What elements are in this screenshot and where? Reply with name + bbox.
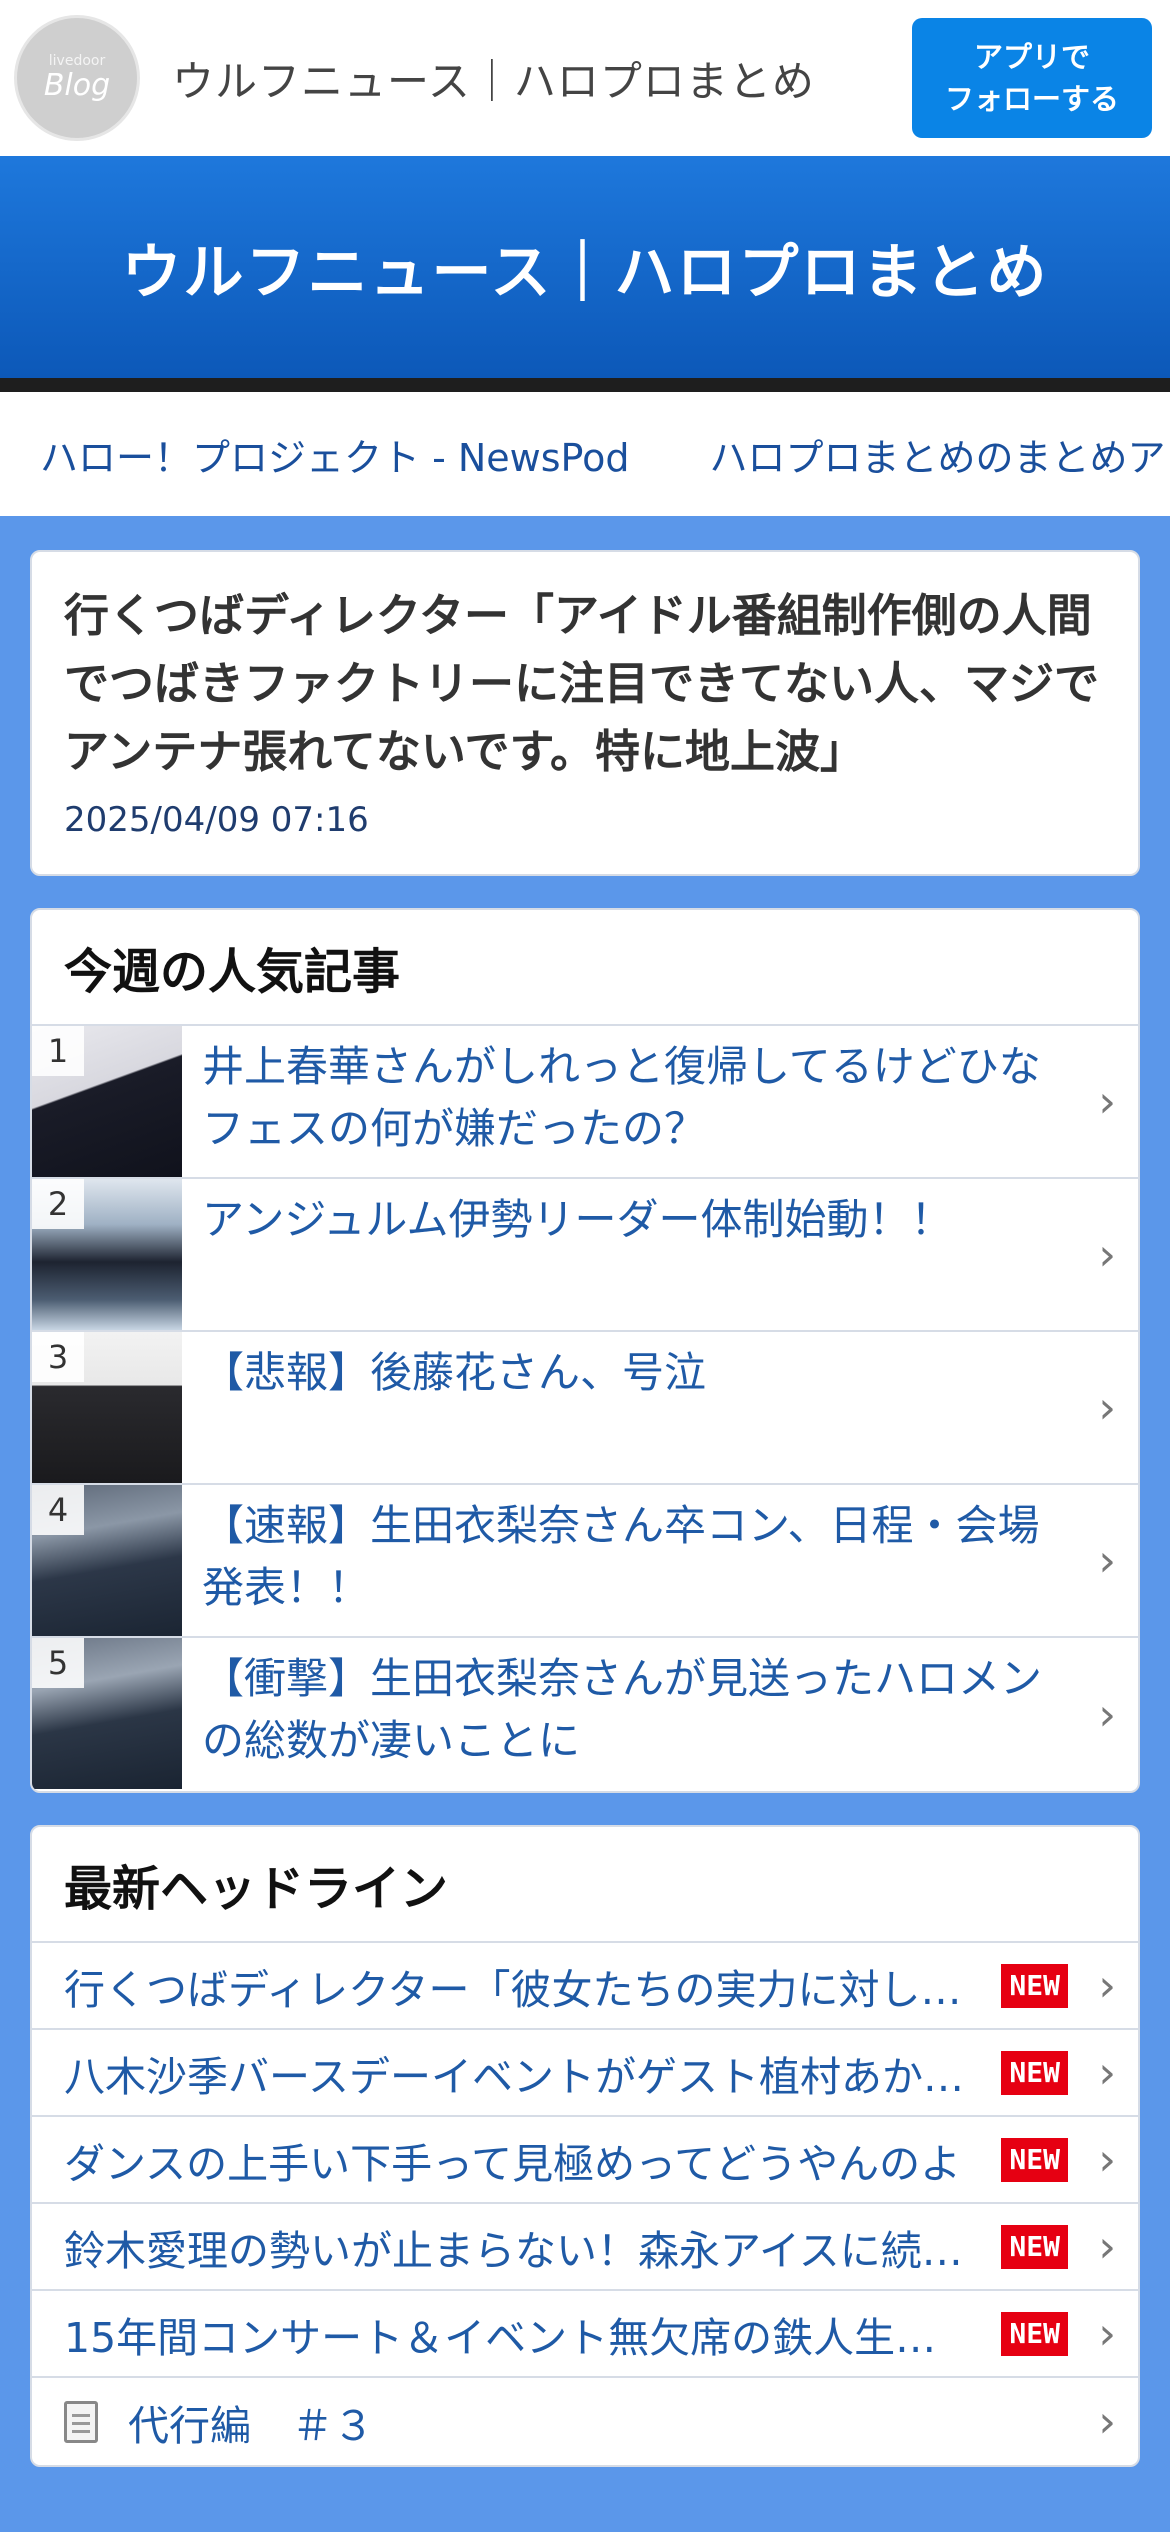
chevron-right-icon: › <box>1098 2047 1116 2098</box>
chevron-right-icon: › <box>1098 1535 1116 1586</box>
new-badge: NEW <box>1001 2311 1068 2356</box>
chevron-right-icon: › <box>1098 2308 1116 2359</box>
chevron-right-icon: › <box>1098 2134 1116 2185</box>
nav-links-strip: ハロー！プロジェクト - NewsPod ハロプロまとめのまとめア <box>0 392 1170 516</box>
chevron-right-icon: › <box>1098 1689 1116 1740</box>
rank-number: 4 <box>32 1485 84 1535</box>
article-date: 2025/04/09 07:16 <box>64 800 369 840</box>
headline-item[interactable]: 八木沙季バースデーイベントがゲスト植村あか… NEW › <box>32 2030 1138 2117</box>
nav-link-newspod[interactable]: ハロー！プロジェクト - NewsPod <box>40 427 629 482</box>
popular-item-title: 井上春華さんがしれっと復帰してるけどひなフェスの何が嫌だったの？ <box>202 1042 1041 1153</box>
chevron-right-icon: › <box>1098 1076 1116 1127</box>
popular-item[interactable]: 5 【衝撃】生田衣梨奈さんが見送ったハロメンの総数が凄いことに › <box>32 1638 1138 1791</box>
popular-item[interactable]: 1 井上春華さんがしれっと復帰してるけどひなフェスの何が嫌だったの？ › <box>32 1026 1138 1179</box>
popular-item-title: 【衝撃】生田衣梨奈さんが見送ったハロメンの総数が凄いことに <box>202 1654 1043 1765</box>
headlines-heading: 最新ヘッドライン <box>32 1827 1138 1943</box>
article-thumbnail: 1 <box>32 1026 182 1177</box>
new-badge: NEW <box>1001 2224 1068 2269</box>
banner-title[interactable]: ウルフニュース｜ハロプロまとめ <box>122 224 1049 311</box>
follow-line1: アプリで <box>973 40 1090 74</box>
popular-heading: 今週の人気記事 <box>32 910 1138 1026</box>
livedoor-blog-logo[interactable]: livedoor Blog <box>14 15 140 141</box>
headline-title: 15年間コンサート＆イベント無欠席の鉄人生… <box>64 2313 937 2362</box>
popular-articles-card: 今週の人気記事 1 井上春華さんがしれっと復帰してるけどひなフェスの何が嫌だった… <box>30 908 1140 1793</box>
rank-number: 5 <box>32 1638 84 1688</box>
chevron-right-icon: › <box>1098 1229 1116 1280</box>
logo-small-text: livedoor <box>48 53 106 69</box>
headline-title: 八木沙季バースデーイベントがゲスト植村あか… <box>64 2052 964 2101</box>
headline-item[interactable]: 15年間コンサート＆イベント無欠席の鉄人生… NEW › <box>32 2291 1138 2378</box>
logo-big-text: Blog <box>43 68 111 103</box>
popular-item-title: アンジュルム伊勢リーダー体制始動！！ <box>202 1195 953 1244</box>
main-content: 行くつばディレクター「アイドル番組制作側の人間でつばきファクトリーに注目できてな… <box>0 516 1170 2467</box>
top-bar: livedoor Blog ウルフニュース｜ハロプロまとめ アプリで フォローす… <box>0 0 1170 156</box>
chevron-right-icon: › <box>1098 1382 1116 1433</box>
rank-number: 1 <box>32 1026 84 1076</box>
headline-title: 鈴木愛理の勢いが止まらない！森永アイスに続… <box>64 2226 963 2275</box>
follow-in-app-button[interactable]: アプリで フォローする <box>912 18 1152 138</box>
article-header-card: 行くつばディレクター「アイドル番組制作側の人間でつばきファクトリーに注目できてな… <box>30 550 1140 876</box>
headline-title: ダンスの上手い下手って見極めってどうやんのよ <box>64 2139 962 2188</box>
header-banner: ウルフニュース｜ハロプロまとめ <box>0 156 1170 392</box>
headline-item[interactable]: 行くつばディレクター「彼女たちの実力に対し… NEW › <box>32 1943 1138 2030</box>
article-thumbnail: 2 <box>32 1179 182 1330</box>
popular-item[interactable]: 2 アンジュルム伊勢リーダー体制始動！！ › <box>32 1179 1138 1332</box>
popular-item-title: 【悲報】後藤花さん、号泣 <box>202 1348 707 1397</box>
popular-item-title: 【速報】生田衣梨奈さん卒コン、日程・会場発表！！ <box>202 1501 1040 1612</box>
article-title: 行くつばディレクター「アイドル番組制作側の人間でつばきファクトリーに注目できてな… <box>64 589 1100 778</box>
article-thumbnail: 4 <box>32 1485 182 1636</box>
popular-item[interactable]: 4 【速報】生田衣梨奈さん卒コン、日程・会場発表！！ › <box>32 1485 1138 1638</box>
new-badge: NEW <box>1001 1963 1068 2008</box>
article-thumbnail: 5 <box>32 1638 182 1789</box>
nav-link-matome[interactable]: ハロプロまとめのまとめア <box>709 427 1165 482</box>
article-thumbnail: 3 <box>32 1332 182 1483</box>
popular-item[interactable]: 3 【悲報】後藤花さん、号泣 › <box>32 1332 1138 1485</box>
headline-item[interactable]: 鈴木愛理の勢いが止まらない！森永アイスに続… NEW › <box>32 2204 1138 2291</box>
headline-title: 行くつばディレクター「彼女たちの実力に対し… <box>64 1965 962 2014</box>
new-badge: NEW <box>1001 2050 1068 2095</box>
site-name[interactable]: ウルフニュース｜ハロプロまとめ <box>172 48 815 109</box>
chevron-right-icon: › <box>1098 2221 1116 2272</box>
latest-headlines-card: 最新ヘッドライン 行くつばディレクター「彼女たちの実力に対し… NEW › 八木… <box>30 1825 1140 2467</box>
new-badge: NEW <box>1001 2137 1068 2182</box>
headline-item[interactable]: ダンスの上手い下手って見極めってどうやんのよ NEW › <box>32 2117 1138 2204</box>
follow-line2: フォローする <box>944 82 1119 116</box>
chevron-right-icon: › <box>1098 1960 1116 2011</box>
document-icon <box>64 2400 98 2443</box>
rank-number: 3 <box>32 1332 84 1382</box>
headline-item[interactable]: 代行編 ＃３ › <box>32 2378 1138 2465</box>
headline-title: 代行編 ＃３ <box>128 2401 374 2450</box>
chevron-right-icon: › <box>1098 2396 1116 2447</box>
rank-number: 2 <box>32 1179 84 1229</box>
